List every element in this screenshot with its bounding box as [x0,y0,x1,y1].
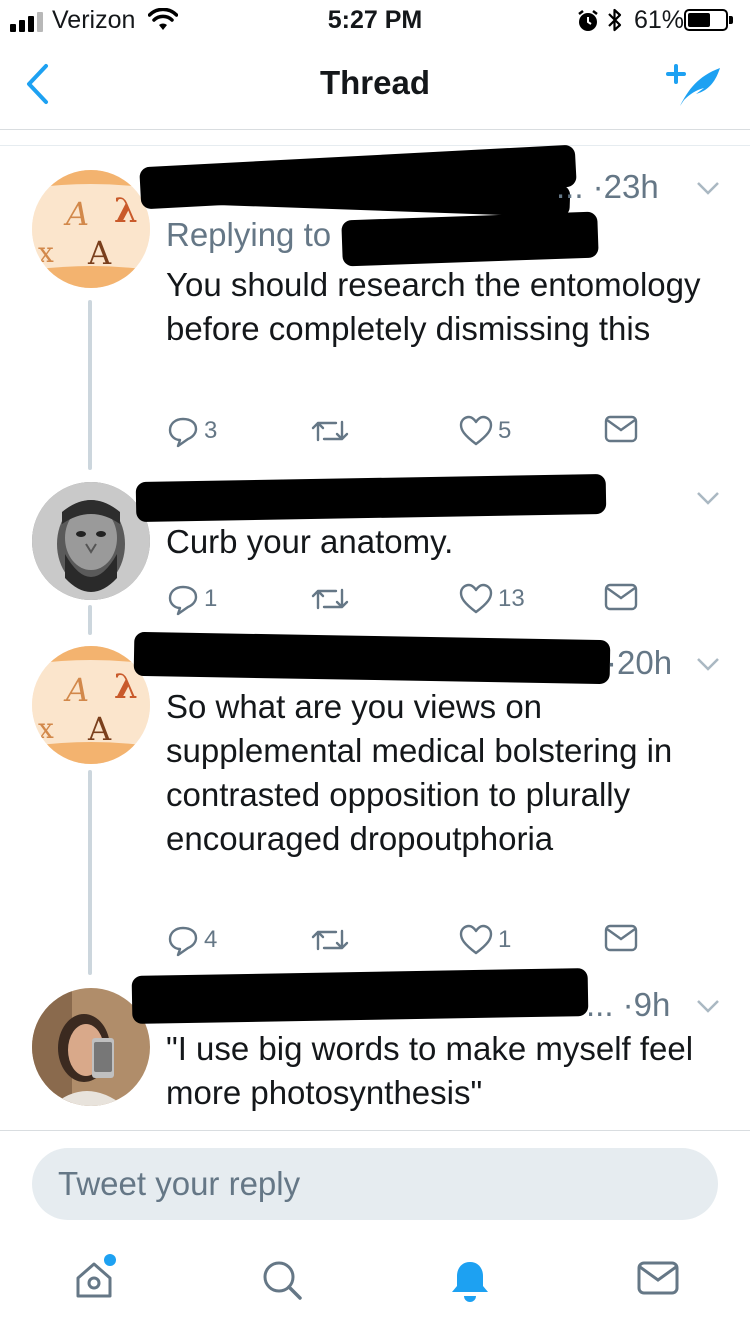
tweet-text: Curb your anatomy. [166,523,454,560]
messages-icon[interactable] [636,1258,680,1303]
avatar[interactable] [32,482,150,600]
retweet-icon [311,588,349,610]
thread-connector [88,770,92,975]
svg-text:A: A [63,195,89,233]
reply-button[interactable]: 4 [166,923,217,957]
status-bar: Verizon 5:27 PM 61% [0,0,750,40]
reply-count: 3 [204,417,218,444]
direct-message-button[interactable] [604,582,638,612]
tweet-timestamp[interactable]: ... ·23h [556,168,659,206]
tweet-timestamp[interactable]: ·20h [606,644,672,682]
tweet-actions: 4 1 [166,923,646,963]
avatar[interactable]: A λ x A [32,170,150,288]
tweet-text: You should research the entomology befor… [166,266,701,347]
redaction-mark [135,473,607,523]
reply-icon [168,926,198,957]
like-button[interactable]: 5 [458,414,511,448]
retweet-icon [311,420,349,442]
reply-count: 4 [204,926,218,953]
divider [0,145,750,146]
chevron-down-icon[interactable] [696,180,720,201]
search-icon[interactable] [260,1258,304,1307]
chevron-down-icon[interactable] [696,998,720,1019]
reply-icon [168,417,198,448]
battery-icon [684,9,733,31]
nav-bar: Thread [0,40,750,130]
retweet-button[interactable] [310,582,354,616]
divider [0,1130,750,1131]
reply-input[interactable] [32,1148,718,1220]
svg-text:x: x [38,712,54,745]
envelope-icon [604,924,638,952]
page-title: Thread [319,64,431,101]
tweet-actions: 1 13 [166,582,646,622]
like-count: 1 [498,926,512,953]
svg-text:A: A [87,234,112,272]
reply-button[interactable]: 1 [166,582,217,616]
tweet-text: So what are you views on supplemental me… [166,688,673,857]
chevron-down-icon[interactable] [696,490,720,511]
alarm-icon [576,9,600,38]
reply-input-container[interactable] [32,1148,718,1220]
tweet-text: "I use big words to make myself feel mor… [166,1030,694,1111]
reply-count: 1 [204,585,218,612]
direct-message-button[interactable] [604,414,638,444]
redaction-mark [341,211,599,267]
tweet-timestamp[interactable]: ... ·9h [586,986,670,1024]
battery-percent: 61% [634,6,685,34]
bluetooth-icon [606,6,624,41]
reply-button[interactable]: 3 [166,414,217,448]
retweet-icon [311,929,349,951]
tab-bar [0,1240,750,1334]
compose-tweet-icon[interactable] [666,60,724,115]
heart-icon [459,583,493,614]
avatar[interactable]: A λ x A [32,646,150,764]
direct-message-button[interactable] [604,923,638,953]
thread-connector [88,605,92,635]
thread-connector [88,300,92,470]
tweet-actions: 3 5 [166,414,646,454]
heart-icon [459,415,493,446]
like-button[interactable]: 13 [458,582,525,616]
svg-text:λ: λ [114,191,138,231]
retweet-button[interactable] [310,414,354,448]
svg-text:x: x [38,236,54,269]
retweet-button[interactable] [310,923,354,957]
notification-dot [104,1254,116,1266]
redaction-mark [131,968,589,1024]
svg-text:A: A [63,671,89,709]
like-count: 13 [498,585,525,612]
like-count: 5 [498,417,512,444]
reply-icon [168,585,198,616]
notifications-icon[interactable] [448,1258,492,1309]
redaction-mark [133,631,611,685]
envelope-icon [604,583,638,611]
svg-text:A: A [87,710,112,748]
heart-icon [459,924,493,955]
svg-text:λ: λ [114,667,138,707]
chevron-down-icon[interactable] [696,656,720,677]
envelope-icon [604,415,638,443]
like-button[interactable]: 1 [458,923,511,957]
replying-to-label: Replying to [166,216,332,253]
